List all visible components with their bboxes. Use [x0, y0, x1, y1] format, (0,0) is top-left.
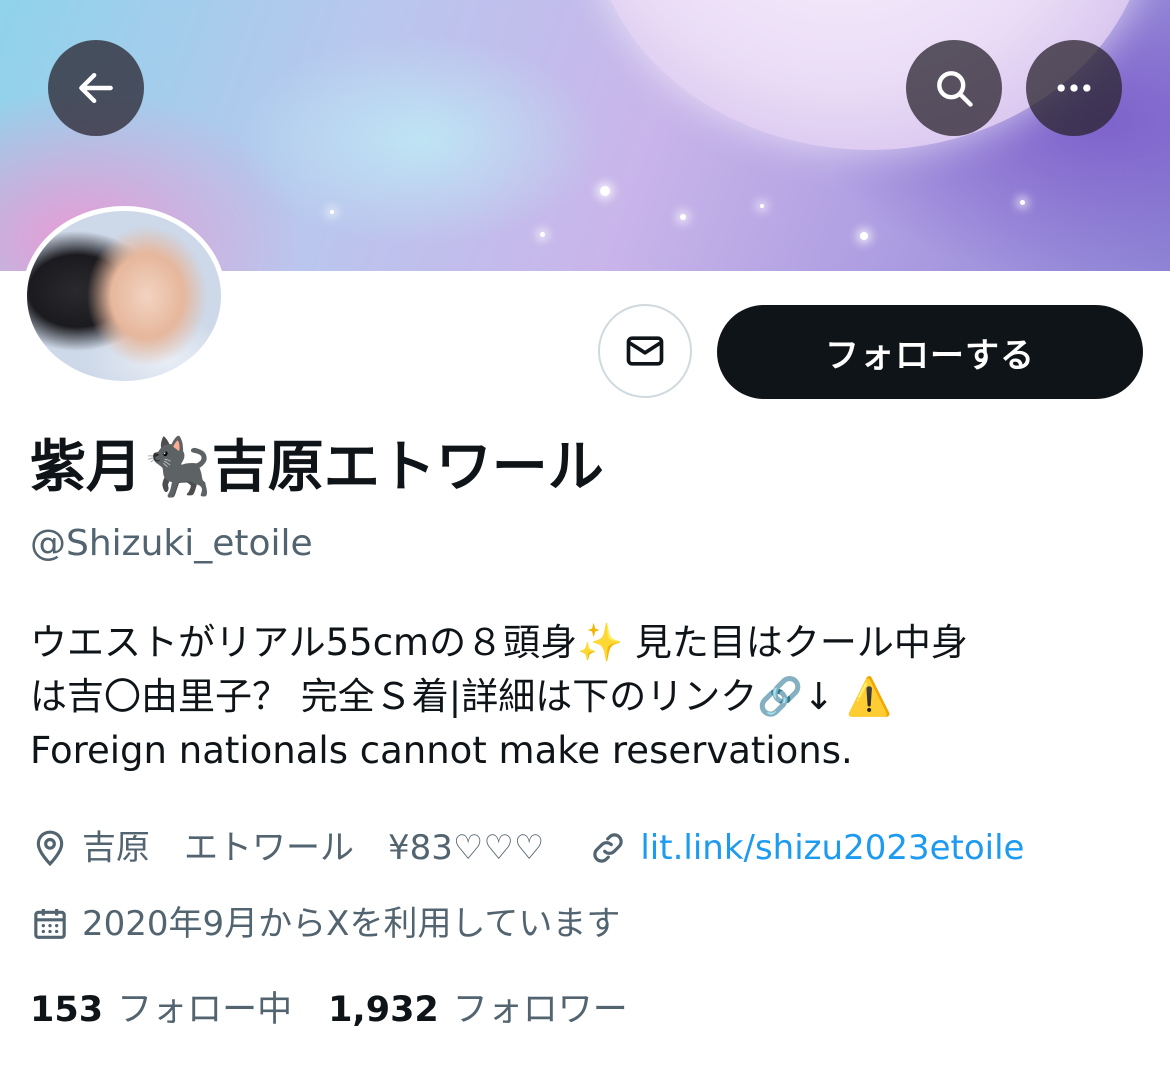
more-button[interactable]: [1026, 40, 1122, 136]
followers-count[interactable]: 1,932: [328, 986, 439, 1034]
mail-icon: [626, 336, 664, 366]
link-icon: [593, 833, 623, 863]
location-text: 吉原 エトワール ¥83♡♡♡: [82, 828, 545, 868]
arrow-left-icon: [79, 72, 113, 104]
bio-line: は吉〇由里子？ 完全Ｓ着|詳細は下のリンク🔗↓ ⚠️: [30, 675, 893, 718]
bio-line: ウエストがリアル55cmの８頭身✨ 見た目はクール中身: [30, 621, 968, 664]
location-pin-icon: [36, 830, 64, 867]
banner-star: [860, 232, 868, 240]
back-button[interactable]: [48, 40, 144, 136]
message-button[interactable]: [598, 304, 692, 398]
banner-star: [760, 204, 764, 208]
following-label[interactable]: フォロー中: [117, 986, 292, 1034]
following-count[interactable]: 153: [30, 986, 103, 1034]
profile-link[interactable]: lit.link/shizu2023etoile: [640, 824, 1024, 872]
banner-star: [1020, 200, 1025, 205]
avatar[interactable]: [22, 206, 226, 386]
display-name: 紫月🐈‍⬛吉原エトワール: [30, 435, 604, 500]
followers-label[interactable]: フォロワー: [453, 986, 628, 1034]
joined-row: 2020年9月からXを利用しています: [30, 900, 620, 948]
avatar-image: [27, 211, 221, 381]
banner-star: [680, 214, 686, 220]
banner-star: [600, 186, 610, 196]
bio-line: Foreign nationals cannot make reservatio…: [30, 729, 853, 772]
banner-star: [540, 232, 545, 237]
handle: @Shizuki_etoile: [30, 523, 313, 564]
calendar-icon: [34, 909, 66, 939]
more-horizontal-icon: [1057, 84, 1091, 92]
joined-text: 2020年9月からXを利用しています: [82, 904, 621, 944]
search-button[interactable]: [906, 40, 1002, 136]
follow-stats: 153 フォロー中 1,932 フォロワー: [30, 986, 664, 1034]
profile-meta-row: 吉原 エトワール ¥83♡♡♡ lit.link/shizu2023etoile: [30, 824, 1024, 872]
search-icon: [937, 71, 973, 107]
bio: ウエストがリアル55cmの８頭身✨ 見た目はクール中身 は吉〇由里子？ 完全Ｓ着…: [30, 616, 1140, 778]
banner-star: [330, 210, 334, 214]
follow-button[interactable]: フォローする: [717, 305, 1143, 399]
